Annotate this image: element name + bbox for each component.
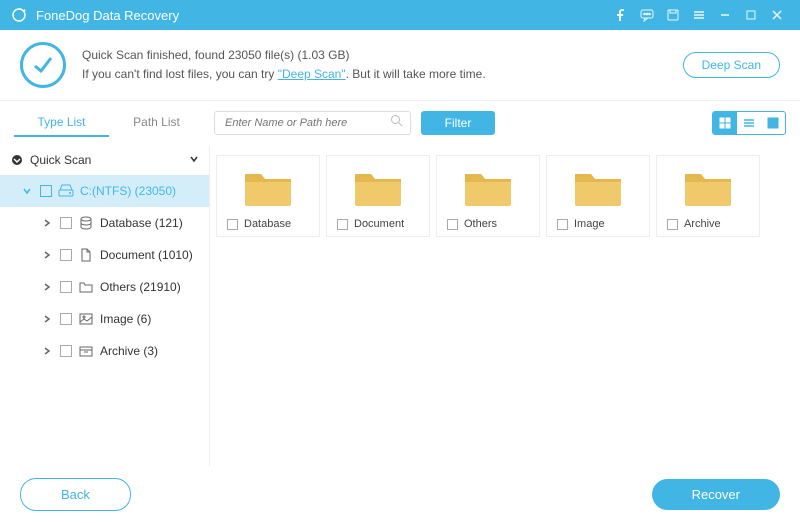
facebook-icon[interactable] <box>608 2 634 28</box>
tree-item-others[interactable]: Others (21910) <box>0 271 209 303</box>
scan-hint-line: If you can't find lost files, you can tr… <box>82 65 683 84</box>
collapse-icon <box>10 154 24 166</box>
tree-item-archive[interactable]: Archive (3) <box>0 335 209 367</box>
folder-label: Document <box>354 218 404 230</box>
tab-type-list[interactable]: Type List <box>14 109 109 137</box>
checkbox[interactable] <box>60 217 72 229</box>
tab-path-list[interactable]: Path List <box>109 109 204 137</box>
checkbox[interactable] <box>60 249 72 261</box>
chevron-right-icon <box>40 250 54 260</box>
tree-item-image[interactable]: Image (6) <box>0 303 209 335</box>
tree-drive[interactable]: C:(NTFS) (23050) <box>0 175 209 207</box>
back-button[interactable]: Back <box>20 478 131 511</box>
folder-label: Database <box>244 218 291 230</box>
checkbox[interactable] <box>337 219 348 230</box>
archive-icon <box>78 343 94 359</box>
checkbox[interactable] <box>227 219 238 230</box>
scan-status-line: Quick Scan finished, found 23050 file(s)… <box>82 46 683 65</box>
check-circle-icon <box>20 42 66 88</box>
deep-scan-button[interactable]: Deep Scan <box>683 52 780 78</box>
search-input[interactable] <box>214 111 411 135</box>
folder-icon <box>353 166 403 208</box>
drive-icon <box>58 183 74 199</box>
toolbar: Type List Path List Filter <box>0 101 800 145</box>
tree-item-label: Archive (3) <box>100 344 158 358</box>
save-icon[interactable] <box>660 2 686 28</box>
folder-label: Others <box>464 218 497 230</box>
tree-item-document[interactable]: Document (1010) <box>0 239 209 271</box>
folder-label: Image <box>574 218 605 230</box>
chevron-right-icon <box>40 314 54 324</box>
chevron-down-icon <box>189 153 199 167</box>
tree-item-label: Database (121) <box>100 216 183 230</box>
main: Quick Scan C:(NTFS) (23050) Database (12… <box>0 145 800 466</box>
folder-card[interactable]: Others <box>436 155 540 237</box>
document-icon <box>78 247 94 263</box>
chevron-right-icon <box>40 218 54 228</box>
checkbox[interactable] <box>447 219 458 230</box>
tree-item-database[interactable]: Database (121) <box>0 207 209 239</box>
folder-icon <box>463 166 513 208</box>
filter-button[interactable]: Filter <box>421 111 496 135</box>
checkbox[interactable] <box>667 219 678 230</box>
view-switch <box>712 111 786 135</box>
folder-label: Archive <box>684 218 721 230</box>
folder-icon <box>243 166 293 208</box>
view-list-icon[interactable] <box>737 112 761 134</box>
checkbox[interactable] <box>60 281 72 293</box>
close-icon[interactable] <box>764 2 790 28</box>
image-icon <box>78 311 94 327</box>
content-grid: Database Document Others Image Archive <box>210 145 800 466</box>
folder-card[interactable]: Image <box>546 155 650 237</box>
tree-root-label: Quick Scan <box>30 153 189 167</box>
tree-item-label: Image (6) <box>100 312 151 326</box>
checkbox[interactable] <box>40 185 52 197</box>
checkbox[interactable] <box>557 219 568 230</box>
sidebar: Quick Scan C:(NTFS) (23050) Database (12… <box>0 145 210 466</box>
menu-icon[interactable] <box>686 2 712 28</box>
folder-icon <box>683 166 733 208</box>
search-wrap <box>214 111 411 135</box>
folder-icon <box>573 166 623 208</box>
checkbox[interactable] <box>60 345 72 357</box>
banner-text: Quick Scan finished, found 23050 file(s)… <box>82 46 683 84</box>
tree-item-label: Document (1010) <box>100 248 193 262</box>
folder-card[interactable]: Document <box>326 155 430 237</box>
app-logo-icon <box>10 6 28 24</box>
tree-drive-label: C:(NTFS) (23050) <box>80 184 176 198</box>
checkbox[interactable] <box>60 313 72 325</box>
titlebar: FoneDog Data Recovery <box>0 0 800 30</box>
view-grid-icon[interactable] <box>713 112 737 134</box>
deep-scan-link[interactable]: "Deep Scan" <box>278 67 346 81</box>
feedback-icon[interactable] <box>634 2 660 28</box>
app-title: FoneDog Data Recovery <box>36 8 608 23</box>
folder-icon <box>78 279 94 295</box>
database-icon <box>78 215 94 231</box>
status-banner: Quick Scan finished, found 23050 file(s)… <box>0 30 800 101</box>
chevron-down-icon <box>20 186 34 196</box>
minimize-icon[interactable] <box>712 2 738 28</box>
view-detail-icon[interactable] <box>761 112 785 134</box>
footer: Back Recover <box>0 466 800 523</box>
folder-card[interactable]: Archive <box>656 155 760 237</box>
list-tabs: Type List Path List <box>14 109 204 137</box>
recover-button[interactable]: Recover <box>652 479 780 510</box>
chevron-right-icon <box>40 346 54 356</box>
tree-root[interactable]: Quick Scan <box>0 145 209 175</box>
search-icon[interactable] <box>390 114 403 132</box>
chevron-right-icon <box>40 282 54 292</box>
tree-item-label: Others (21910) <box>100 280 181 294</box>
folder-card[interactable]: Database <box>216 155 320 237</box>
maximize-icon[interactable] <box>738 2 764 28</box>
